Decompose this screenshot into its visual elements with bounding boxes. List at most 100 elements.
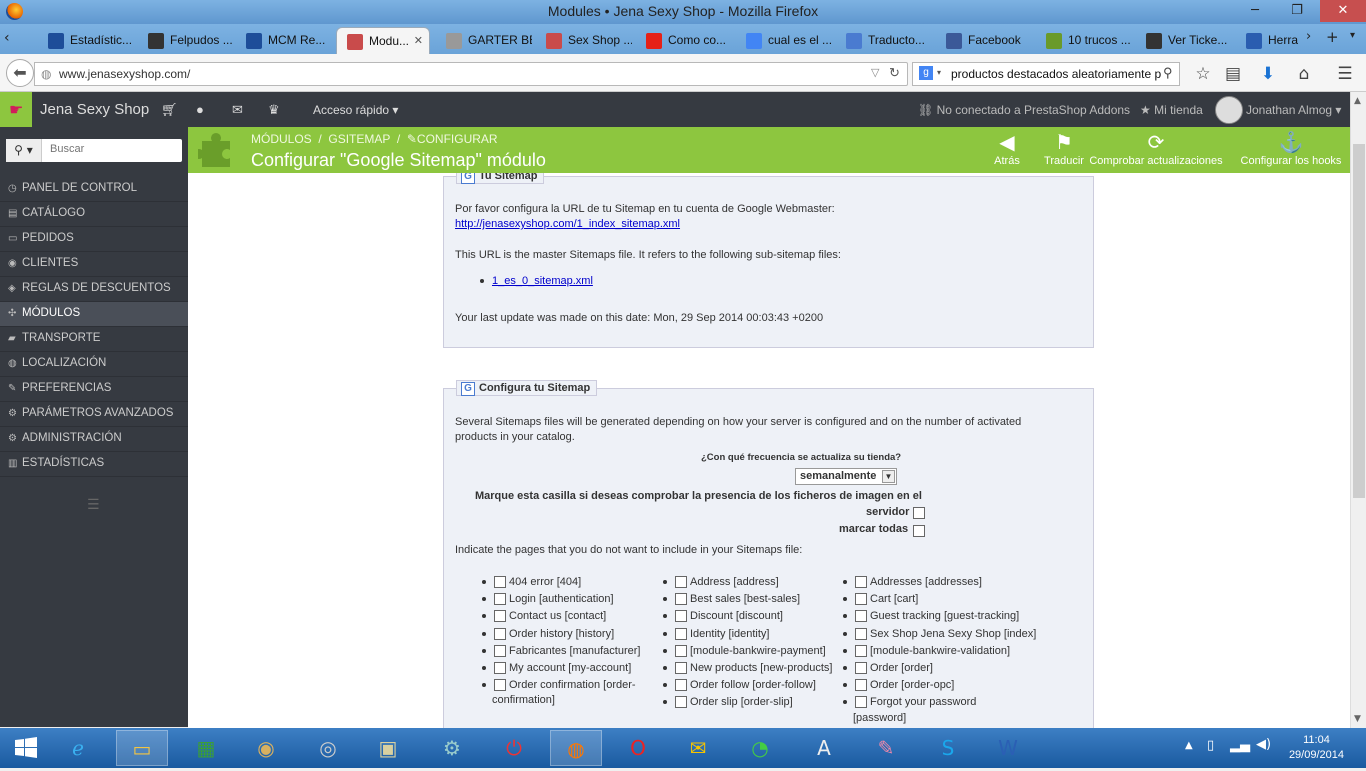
history-dropdown-icon[interactable]: ▽ [871,66,879,79]
shop-name[interactable]: Jena Sexy Shop [40,101,149,118]
page-exclude-checkbox[interactable] [494,662,506,675]
scroll-up-icon[interactable]: ▲ [1354,96,1361,106]
page-exclude-checkbox[interactable] [675,679,687,692]
file-explorer-icon[interactable]: ▭ [116,730,168,766]
sidebar-item-4[interactable]: ◉ CLIENTES [0,252,188,277]
clock[interactable]: 11:04 29/09/2014 [1289,733,1344,763]
page-exclude-checkbox[interactable] [675,610,687,623]
speaker-app-icon[interactable]: ◎ [302,730,354,766]
page-exclude-checkbox[interactable] [855,576,867,589]
tab-5[interactable]: GARTER BELT... [436,27,532,54]
sub-sitemap-link[interactable]: 1_es_0_sitemap.xml [492,275,593,287]
sidebar-item-5[interactable]: ◈ REGLAS DE DESCUENTOS [0,277,188,302]
network-icon[interactable]: ▂▄ [1230,738,1250,753]
page-scrollbar[interactable]: ▲ ▼ [1350,92,1366,728]
tab-7[interactable]: Como co... [636,27,732,54]
new-tab-icon[interactable]: + [1326,28,1339,46]
tab-scroll-left-icon[interactable]: ‹ [4,30,10,46]
document-app-icon[interactable]: ▣ [362,730,414,766]
mail-app-icon[interactable]: ✉ [672,730,724,766]
check-all-checkbox[interactable] [913,525,925,537]
collapse-menu-icon[interactable]: ☰ [87,497,100,513]
my-shop-link[interactable]: ★ Mi tienda [1140,103,1203,117]
back-button[interactable]: ⬅ [6,59,34,87]
page-exclude-checkbox[interactable] [855,679,867,692]
sidebar-item-12[interactable]: ▥ ESTADÍSTICAS [0,452,188,477]
envelope-icon[interactable]: ✉ [232,102,243,118]
page-exclude-checkbox[interactable] [494,679,506,692]
device-icon[interactable]: ▯ [1207,738,1214,753]
download-icon[interactable]: ⬇ [1257,64,1279,84]
minimize-icon[interactable]: ─ [1240,0,1270,22]
store-icon[interactable]: ▦ [180,730,232,766]
page-exclude-checkbox[interactable] [675,576,687,589]
tab-4[interactable]: Modu... ✕ [336,27,430,54]
start-button[interactable] [0,730,52,766]
media-app-icon[interactable]: ◉ [240,730,292,766]
sidebar-item-3[interactable]: ▭ PEDIDOS [0,227,188,252]
sidebar-item-10[interactable]: ⚙ PARÁMETROS AVANZADOS [0,402,188,427]
page-exclude-checkbox[interactable] [855,610,867,623]
page-exclude-checkbox[interactable] [675,593,687,606]
bookmark-star-icon[interactable]: ☆ [1192,64,1214,84]
page-exclude-checkbox[interactable] [494,576,506,589]
avatar[interactable] [1215,96,1243,124]
close-icon[interactable]: ✕ [1320,0,1366,22]
prestashop-logo[interactable]: ☛ [0,92,32,127]
tab-12[interactable]: Ver Ticke... [1136,27,1232,54]
tab-list-icon[interactable]: ▾ [1350,30,1355,41]
configure-hooks-toolbar-button[interactable]: ⚓ Configurar los hooks [1237,131,1345,167]
menu-icon[interactable]: ☰ [1334,64,1356,84]
volume-icon[interactable]: ◀) [1256,737,1271,752]
frequency-select[interactable]: semanalmente ▼ [795,468,897,485]
tab-10[interactable]: Facebook [936,27,1032,54]
tab-8[interactable]: cual es el ... [736,27,832,54]
page-exclude-checkbox[interactable] [855,593,867,606]
page-exclude-checkbox[interactable] [675,644,687,657]
tray-expand-icon[interactable]: ▲ [1185,740,1193,751]
sidebar-search-input[interactable] [50,143,170,155]
user-icon[interactable]: ● [196,102,204,117]
page-exclude-checkbox[interactable] [855,644,867,657]
search-type-button[interactable]: ⚲ ▾ [6,139,42,162]
tab-scroll-right-icon[interactable]: › [1306,29,1311,44]
tab-1[interactable]: Estadístic... [38,27,134,54]
sidebar-item-11[interactable]: ⚙ ADMINISTRACIÓN [0,427,188,452]
addons-link[interactable]: ⛓ No conectado a PrestaShop Addons [918,103,1130,117]
search-icon[interactable]: ⚲ [1161,65,1173,81]
reload-icon[interactable]: ↻ [889,65,900,81]
page-exclude-checkbox[interactable] [675,662,687,675]
sidebar-item-1[interactable]: ◷ PANEL DE CONTROL [0,177,188,202]
breadcrumb-modules[interactable]: MÓDULOS [251,132,312,146]
paint-icon[interactable]: ✎ [860,730,912,766]
tab-3[interactable]: MCM Re... [236,27,332,54]
home-icon[interactable]: ⌂ [1293,64,1315,84]
page-exclude-checkbox[interactable] [494,593,506,606]
sidebar-item-9[interactable]: ✎ PREFERENCIAS [0,377,188,402]
google-icon[interactable]: g [919,66,933,80]
main-sitemap-link[interactable]: http://jenasexyshop.com/1_index_sitemap.… [455,218,680,230]
page-exclude-checkbox[interactable] [494,644,506,657]
tab-close-icon[interactable]: ✕ [414,34,423,47]
internet-explorer-icon[interactable]: ℯ [52,730,104,766]
sidebar-item-8[interactable]: ◍ LOCALIZACIÓN [0,352,188,377]
restore-icon[interactable]: ❐ [1282,0,1312,22]
firefox-taskbar-icon[interactable]: ◍ [550,730,602,766]
images-checkbox[interactable] [913,507,925,519]
chrome-icon[interactable]: ◔ [734,730,786,766]
bookmarks-list-icon[interactable]: ▤ [1222,64,1244,84]
tab-6[interactable]: Sex Shop ... [536,27,632,54]
page-exclude-checkbox[interactable] [855,696,867,709]
tab-13[interactable]: Herran [1236,27,1298,54]
page-exclude-checkbox[interactable] [675,696,687,709]
text-editor-icon[interactable]: A [798,730,850,766]
trophy-icon[interactable]: ♛ [268,102,280,118]
settings-app-icon[interactable]: ⚙ [426,730,478,766]
sidebar-item-2[interactable]: ▤ CATÁLOGO [0,202,188,227]
tab-11[interactable]: 10 trucos ... [1036,27,1132,54]
breadcrumb-gsitemap[interactable]: GSITEMAP [328,132,390,146]
quick-access-menu[interactable]: Acceso rápido ▾ [313,103,398,117]
translate-toolbar-button[interactable]: ⚑ Traducir [1042,131,1086,167]
page-exclude-checkbox[interactable] [855,662,867,675]
url-bar[interactable]: ◍ www.jenasexyshop.com/ ▽ ↻ [34,62,908,86]
